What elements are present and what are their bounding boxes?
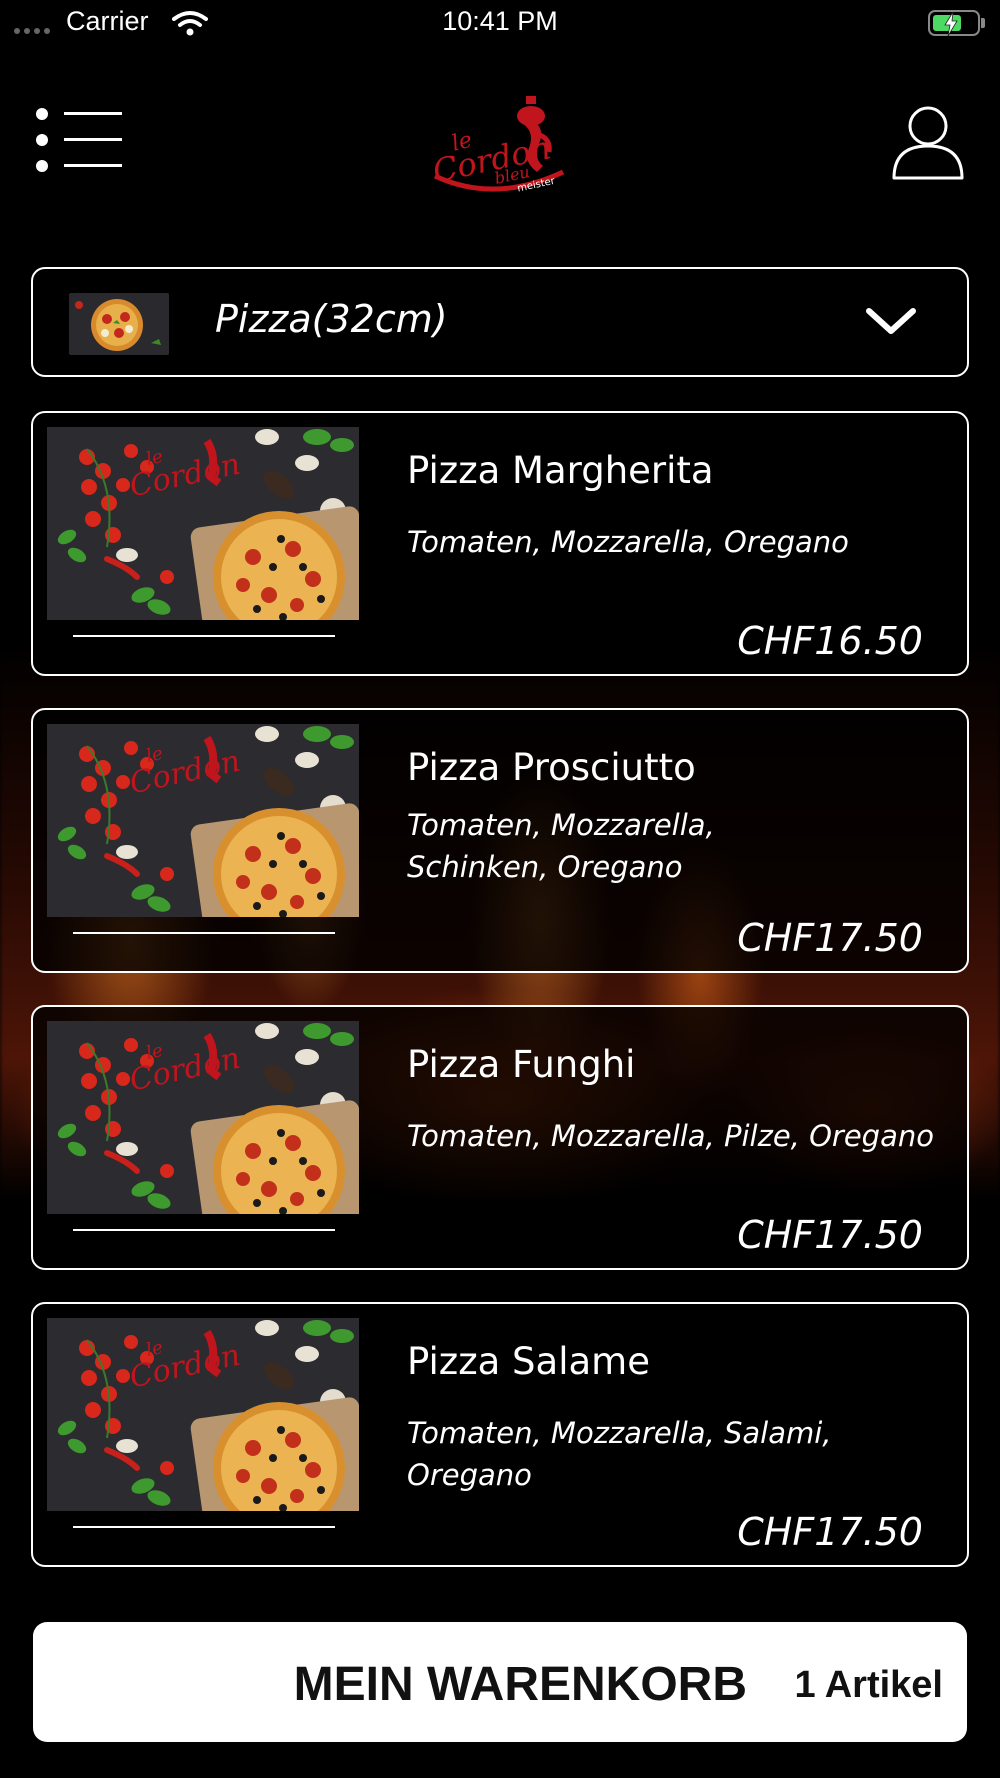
menu-item-description: Tomaten, Mozzarella, Salami, Oregano xyxy=(407,1416,832,1492)
menu-item-name: Pizza Margherita xyxy=(407,449,714,492)
menu-item-card[interactable]: Cordon le Pizza Margherita Tomaten, Mozza… xyxy=(31,411,969,676)
menu-item-price: CHF17.50 xyxy=(737,1213,923,1257)
menu-item-name: Pizza Funghi xyxy=(407,1043,636,1086)
category-dropdown[interactable]: Pizza(32cm) xyxy=(31,267,969,377)
status-bar: Carrier 10:41 PM xyxy=(0,0,1000,48)
menu-item-description: Tomaten, Mozzarella, xyxy=(407,808,715,842)
menu-item-card[interactable]: Cordon le Pizza Salame Tomaten, Mozzarell… xyxy=(31,1302,969,1567)
menu-item-price: CHF16.50 xyxy=(737,619,923,663)
battery-charging-icon xyxy=(928,10,980,36)
menu-item-price: CHF17.50 xyxy=(737,916,923,960)
menu-item-description: Tomaten, Mozzarella, Pilze, Oregano xyxy=(407,1119,934,1153)
cart-button[interactable]: MEIN WARENKORB 1 Artikel xyxy=(33,1622,967,1742)
category-label: Pizza(32cm) xyxy=(215,297,448,341)
photo-divider xyxy=(73,1229,335,1231)
menu-item-description: Tomaten, Mozzarella, Oregano xyxy=(407,525,849,559)
clock: 10:41 PM xyxy=(442,6,558,36)
battery-cap xyxy=(981,18,985,28)
photo-divider xyxy=(73,932,335,934)
photo-divider xyxy=(73,635,335,637)
cart-title: MEIN WARENKORB xyxy=(293,1658,747,1711)
menu-item-photo: Cordon le xyxy=(47,724,359,917)
category-thumbnail xyxy=(69,293,169,355)
user-profile-icon[interactable] xyxy=(890,104,966,182)
chevron-down-icon xyxy=(865,305,917,341)
menu-item-description: Schinken, Oregano xyxy=(407,850,683,884)
cart-count: 1 Artikel xyxy=(794,1664,943,1706)
photo-divider xyxy=(73,1526,335,1528)
menu-item-photo: Cordon le xyxy=(47,1021,359,1214)
menu-item-price: CHF17.50 xyxy=(737,1510,923,1554)
menu-item-card[interactable]: Cordon le Pizza Prosciutto Tomaten, Mozza… xyxy=(31,708,969,973)
menu-item-name: Pizza Prosciutto xyxy=(407,746,696,789)
menu-item-card[interactable]: Cordon le Pizza Funghi Tomaten, Mozzarell… xyxy=(31,1005,969,1270)
brand-logo: le Cordon bleu meister xyxy=(425,86,575,198)
menu-item-photo: Cordon le xyxy=(47,427,359,620)
hamburger-menu-icon[interactable] xyxy=(36,108,126,174)
menu-item-name: Pizza Salame xyxy=(407,1340,650,1383)
menu-item-photo: Cordon le xyxy=(47,1318,359,1511)
